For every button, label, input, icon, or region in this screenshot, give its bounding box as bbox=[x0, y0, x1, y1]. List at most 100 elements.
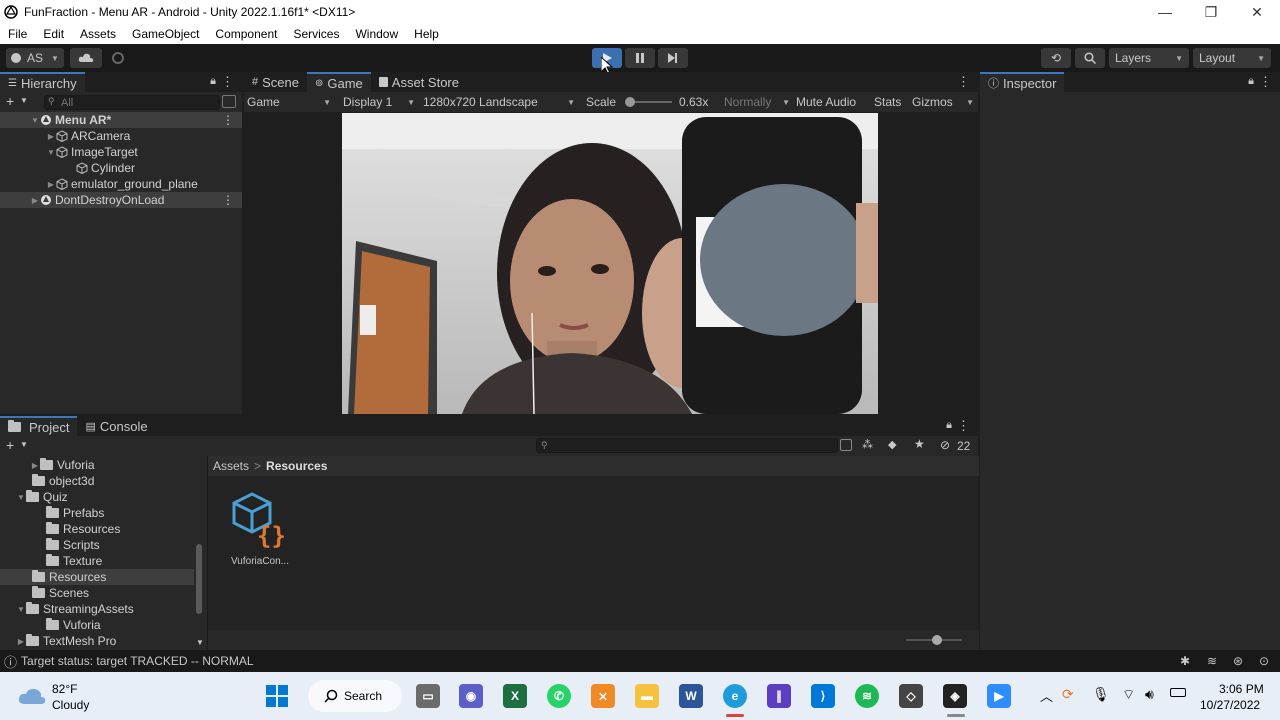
edge-browser-icon[interactable]: e bbox=[723, 684, 747, 708]
folder-row[interactable]: Scripts bbox=[0, 537, 100, 553]
hierarchy-row[interactable]: Cylinder bbox=[0, 160, 135, 176]
chevron-up-icon[interactable]: ︿ bbox=[1040, 686, 1053, 705]
layers-dropdown[interactable]: Layers ▼ bbox=[1109, 48, 1189, 68]
taskbar-search-button[interactable]: Search bbox=[308, 680, 402, 712]
folder-row[interactable]: ▼ StreamingAssets bbox=[0, 601, 134, 617]
debug-icon[interactable]: ✱ bbox=[1180, 654, 1190, 668]
expand-arrow-icon[interactable]: ▶ bbox=[30, 461, 40, 470]
status-text[interactable]: Target status: target TRACKED -- NORMAL bbox=[21, 654, 254, 668]
type-filter-icon[interactable]: ⁂ bbox=[862, 438, 873, 451]
volume-icon[interactable]: 🔊︎ bbox=[1145, 686, 1154, 703]
breadcrumb-resources[interactable]: Resources bbox=[266, 459, 327, 473]
layout-dropdown[interactable]: Layout ▼ bbox=[1193, 48, 1271, 68]
hierarchy-row[interactable]: ▶ DontDestroyOnLoad ⋮ bbox=[0, 192, 242, 208]
chevron-down-icon[interactable]: ▼ bbox=[20, 440, 28, 449]
menu-file[interactable]: File bbox=[0, 27, 35, 41]
expand-arrow-icon[interactable]: ▶ bbox=[46, 180, 56, 189]
expand-arrow-icon[interactable]: ▼ bbox=[16, 605, 26, 614]
folder-row[interactable]: ▶ Vuforia bbox=[0, 457, 95, 473]
unity-editor-icon[interactable]: ◈ bbox=[943, 684, 967, 708]
lock-icon[interactable]: 🔒︎ bbox=[946, 419, 952, 432]
menu-services[interactable]: Services bbox=[285, 27, 347, 41]
auto-generate-lighting-icon[interactable]: ⊛ bbox=[1233, 654, 1243, 668]
tab-scene[interactable]: # Scene bbox=[244, 72, 307, 92]
hierarchy-search-input[interactable] bbox=[44, 95, 220, 110]
menu-edit[interactable]: Edit bbox=[35, 27, 72, 41]
word-icon[interactable]: W bbox=[679, 684, 703, 708]
more-icon[interactable]: ⋮ bbox=[957, 418, 970, 434]
weather-temperature[interactable]: 82°F bbox=[52, 682, 77, 696]
excel-icon[interactable]: X bbox=[503, 684, 527, 708]
label-filter-icon[interactable]: ◆ bbox=[888, 438, 896, 451]
game-viewport[interactable] bbox=[342, 113, 878, 414]
more-icon[interactable]: ⋮ bbox=[222, 193, 234, 207]
scale-slider[interactable] bbox=[625, 97, 672, 107]
sync-icon[interactable]: ⟳ bbox=[1062, 686, 1074, 703]
more-icon[interactable]: ⋮ bbox=[1259, 74, 1272, 90]
icon-size-slider-thumb[interactable] bbox=[932, 635, 942, 645]
xampp-icon[interactable]: ⨯ bbox=[591, 684, 615, 708]
check-icon[interactable]: ⊙ bbox=[1259, 654, 1269, 668]
expand-arrow-icon[interactable]: ▼ bbox=[16, 493, 26, 502]
game-mode-dropdown[interactable]: Game ▼ bbox=[247, 94, 331, 110]
chevron-down-icon[interactable]: ▼ bbox=[20, 96, 28, 105]
tab-game[interactable]: ⊚ Game bbox=[307, 72, 371, 92]
close-button[interactable]: ✕ bbox=[1234, 0, 1280, 24]
add-icon[interactable]: + bbox=[6, 437, 14, 453]
expand-arrow-icon[interactable]: ▶ bbox=[30, 196, 40, 205]
maximize-button[interactable]: ❐ bbox=[1188, 0, 1234, 24]
lock-icon[interactable]: 🔒︎ bbox=[210, 75, 216, 88]
task-view-icon[interactable]: ▭ bbox=[416, 684, 440, 708]
teams-chat-icon[interactable]: ◉ bbox=[459, 684, 483, 708]
folder-tree-scrollbar[interactable] bbox=[196, 544, 202, 614]
stats-toggle[interactable]: Stats bbox=[874, 94, 901, 110]
minimize-button[interactable]: — bbox=[1142, 0, 1188, 24]
expand-arrow-icon[interactable]: ▼ bbox=[46, 148, 56, 157]
lock-icon[interactable]: 🔒︎ bbox=[1248, 75, 1254, 88]
hidden-eye-icon[interactable]: ⊘ bbox=[940, 438, 950, 452]
more-icon[interactable]: ⋮ bbox=[957, 74, 970, 90]
folder-row[interactable]: Resources bbox=[0, 521, 120, 537]
breadcrumb-assets[interactable]: Assets bbox=[213, 459, 249, 473]
scroll-down-arrow-icon[interactable]: ▼ bbox=[196, 638, 204, 647]
expand-arrow-icon[interactable]: ▶ bbox=[46, 132, 56, 141]
step-button[interactable] bbox=[658, 48, 688, 68]
cache-server-icon[interactable]: ≋ bbox=[1207, 654, 1217, 668]
hierarchy-row[interactable]: ▼ ImageTarget bbox=[0, 144, 138, 160]
clock-time[interactable]: 3:06 PM bbox=[1219, 682, 1264, 696]
folder-row[interactable]: object3d bbox=[0, 473, 94, 489]
scale-slider-thumb[interactable] bbox=[625, 97, 635, 107]
expand-arrow-icon[interactable]: ▼ bbox=[30, 116, 40, 125]
visual-studio-icon[interactable]: ∥ bbox=[767, 684, 791, 708]
vscode-icon[interactable]: ⟩ bbox=[811, 684, 835, 708]
file-explorer-icon[interactable]: ▬ bbox=[635, 684, 659, 708]
account-dropdown[interactable]: AS ▼ bbox=[6, 48, 64, 68]
hierarchy-row[interactable]: ▶ emulator_ground_plane bbox=[0, 176, 198, 192]
menu-window[interactable]: Window bbox=[347, 27, 406, 41]
search-button[interactable] bbox=[1075, 48, 1105, 68]
display-dropdown[interactable]: Display 1 ▼ bbox=[343, 94, 415, 110]
folder-row[interactable]: Texture bbox=[0, 553, 102, 569]
play-focus-dropdown[interactable]: Normally ▼ bbox=[724, 94, 790, 110]
cloud-button[interactable] bbox=[70, 48, 102, 68]
folder-row[interactable]: Scenes bbox=[0, 585, 89, 601]
tab-inspector[interactable]: ⓘ Inspector bbox=[980, 72, 1065, 92]
icon-size-slider[interactable] bbox=[906, 635, 962, 645]
resolution-dropdown[interactable]: 1280x720 Landscape ▼ bbox=[423, 94, 575, 110]
microphone-icon[interactable]: 🎙︎ bbox=[1092, 686, 1110, 703]
wifi-icon[interactable]: ⌔ bbox=[1122, 686, 1135, 704]
folder-row[interactable]: ▶ TextMesh Pro bbox=[0, 633, 116, 649]
spotify-icon[interactable]: ≋ bbox=[855, 684, 879, 708]
folder-row[interactable]: Prefabs bbox=[0, 505, 104, 521]
windows-start-icon[interactable] bbox=[265, 684, 289, 708]
zoom-icon[interactable]: ▶ bbox=[987, 684, 1011, 708]
mute-audio-toggle[interactable]: Mute Audio bbox=[796, 94, 856, 110]
project-search-input[interactable] bbox=[536, 438, 838, 453]
clock-date[interactable]: 10/27/2022 bbox=[1200, 698, 1260, 712]
tab-project[interactable]: Project bbox=[0, 416, 78, 436]
folder-row[interactable]: Vuforia bbox=[0, 617, 101, 633]
favorite-star-icon[interactable]: ★ bbox=[914, 437, 925, 451]
scene-visibility-icon[interactable] bbox=[222, 95, 236, 108]
whatsapp-icon[interactable]: ✆ bbox=[547, 684, 571, 708]
expand-arrow-icon[interactable]: ▶ bbox=[16, 637, 26, 646]
